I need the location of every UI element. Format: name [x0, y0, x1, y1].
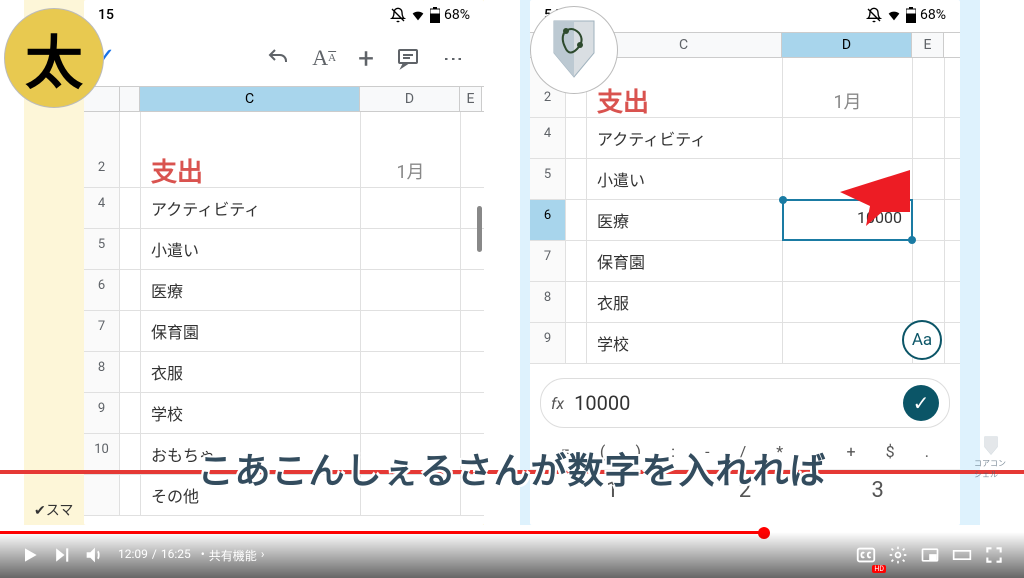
text-mode-button[interactable]: Aa [902, 320, 942, 360]
theater-button[interactable] [946, 539, 978, 571]
time-display: 12:09/16:25 • 共有機能 › [118, 547, 264, 564]
scroll-indicator[interactable] [477, 206, 482, 252]
text-format-icon[interactable]: AA [312, 45, 336, 71]
more-icon[interactable]: ⋮ [442, 49, 466, 67]
table-row[interactable]: 8衣服 [530, 282, 960, 323]
subtitle-caption: こあこんしぇるさんが数字を入れれば [0, 442, 1024, 494]
table-row[interactable]: 5小遣い [84, 229, 484, 270]
col-e[interactable]: E [460, 87, 482, 111]
avatar-right [530, 6, 618, 94]
cc-button[interactable]: HD [850, 539, 882, 571]
time: 15 [98, 7, 114, 23]
fx-value[interactable]: 10000 [574, 391, 893, 415]
bell-off-icon [866, 7, 882, 23]
add-icon[interactable]: + [358, 42, 374, 75]
table-row[interactable]: 7保育園 [84, 311, 484, 352]
table-row[interactable]: 6医療 [84, 270, 484, 311]
status-bar: 15 68% [84, 0, 484, 30]
avatar-left: 太 [4, 8, 104, 108]
player-controls: 12:09/16:25 • 共有機能 › HD [0, 532, 1024, 578]
settings-button[interactable] [882, 539, 914, 571]
callout-arrow-icon [840, 170, 910, 226]
table-row[interactable]: 7保育園 [530, 241, 960, 282]
miniplayer-button[interactable] [914, 539, 946, 571]
col-e[interactable]: E [912, 33, 944, 57]
col-d[interactable]: D [360, 87, 460, 111]
undo-icon[interactable] [266, 46, 290, 70]
watermark-left: ✔スマ [34, 500, 73, 520]
formula-bar[interactable]: fx 10000 ✓ [540, 378, 950, 428]
col-d[interactable]: D [782, 33, 912, 57]
next-button[interactable] [46, 539, 78, 571]
fullscreen-button[interactable] [978, 539, 1010, 571]
battery-icon [430, 7, 440, 23]
table-row[interactable]: 8衣服 [84, 352, 484, 393]
fx-label: fx [551, 394, 564, 413]
chapter-title[interactable]: 共有機能 [209, 547, 257, 564]
battery-icon [906, 7, 916, 23]
volume-button[interactable] [78, 539, 110, 571]
status-icons: 68% [866, 7, 946, 23]
toolbar: ✓ AA + ⋮ [84, 30, 484, 86]
table-row[interactable]: 4アクティビティ [84, 188, 484, 229]
wifi-icon [886, 7, 902, 23]
status-icons: 68% [390, 7, 470, 23]
table-row[interactable]: 9学校 [530, 323, 960, 364]
confirm-button[interactable]: ✓ [903, 385, 939, 421]
wifi-icon [410, 7, 426, 23]
play-button[interactable] [14, 539, 46, 571]
table-row[interactable]: 9学校 [84, 393, 484, 434]
comment-icon[interactable] [396, 46, 420, 70]
col-c[interactable]: C [140, 87, 360, 111]
table-row[interactable]: 4アクティビティ [530, 118, 960, 159]
bell-off-icon [390, 7, 406, 23]
